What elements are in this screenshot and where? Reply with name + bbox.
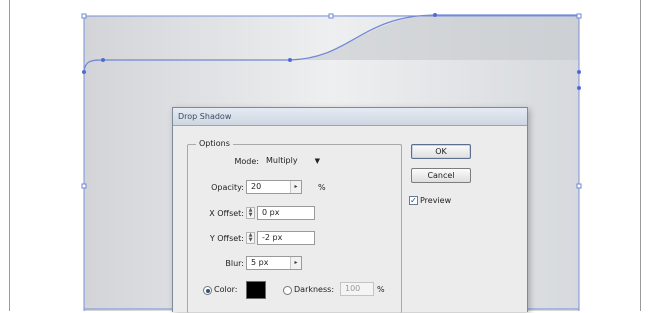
anchor-point bbox=[576, 13, 582, 19]
anchor-point bbox=[433, 13, 437, 17]
blur-field[interactable]: 5 px ▸ bbox=[246, 256, 302, 270]
anchor-point bbox=[81, 13, 87, 19]
mode-label: Mode: bbox=[234, 157, 260, 166]
anchor-point bbox=[81, 183, 87, 189]
x-offset-label: X Offset: bbox=[209, 209, 244, 218]
anchor-point bbox=[82, 70, 86, 74]
blur-label: Blur: bbox=[225, 259, 244, 268]
y-offset-value: -2 px bbox=[262, 233, 283, 242]
x-offset-value: 0 px bbox=[262, 208, 280, 217]
darkness-value: 100 bbox=[345, 284, 361, 293]
x-offset-field[interactable]: 0 px bbox=[257, 206, 315, 220]
anchor-point bbox=[328, 13, 334, 19]
opacity-value: 20 bbox=[251, 182, 262, 191]
blur-value: 5 px bbox=[251, 258, 269, 267]
chevron-down-icon: ▼ bbox=[314, 157, 320, 165]
combo-arrow-icon[interactable]: ▸ bbox=[290, 257, 301, 269]
darkness-label: Darkness: bbox=[294, 285, 335, 294]
preview-checkbox[interactable]: ✓ bbox=[409, 196, 418, 205]
darkness-radio[interactable] bbox=[283, 286, 292, 295]
options-group-label: Options bbox=[196, 139, 233, 148]
anchor-point bbox=[288, 58, 292, 62]
anchor-point bbox=[577, 70, 581, 74]
cancel-button[interactable]: Cancel bbox=[411, 168, 471, 183]
y-offset-spinner-icon[interactable]: ▲ ▼ bbox=[246, 232, 255, 244]
color-radio[interactable] bbox=[203, 286, 212, 295]
opacity-unit: % bbox=[318, 183, 326, 192]
dialog-title: Drop Shadow bbox=[173, 108, 527, 126]
color-label: Color: bbox=[214, 285, 238, 294]
darkness-unit: % bbox=[377, 285, 385, 294]
anchor-point bbox=[576, 183, 582, 189]
anchor-point bbox=[577, 86, 581, 90]
darkness-field[interactable]: 100 bbox=[340, 282, 374, 296]
anchor-point bbox=[101, 58, 105, 62]
combo-arrow-icon[interactable]: ▸ bbox=[290, 181, 301, 193]
mode-value: Multiply bbox=[266, 156, 298, 165]
ok-button[interactable]: OK bbox=[411, 144, 471, 159]
y-offset-label: Y Offset: bbox=[209, 234, 244, 243]
drop-shadow-dialog: Drop Shadow Options Mode: Multiply ▼ Opa… bbox=[172, 107, 528, 313]
preview-label: Preview bbox=[420, 196, 452, 205]
mode-select[interactable]: Multiply ▼ bbox=[261, 154, 325, 168]
opacity-label: Opacity: bbox=[211, 183, 244, 192]
opacity-field[interactable]: 20 ▸ bbox=[246, 180, 302, 194]
x-offset-spinner-icon[interactable]: ▲ ▼ bbox=[246, 207, 255, 219]
y-offset-field[interactable]: -2 px bbox=[257, 231, 315, 245]
color-swatch[interactable] bbox=[246, 281, 266, 299]
